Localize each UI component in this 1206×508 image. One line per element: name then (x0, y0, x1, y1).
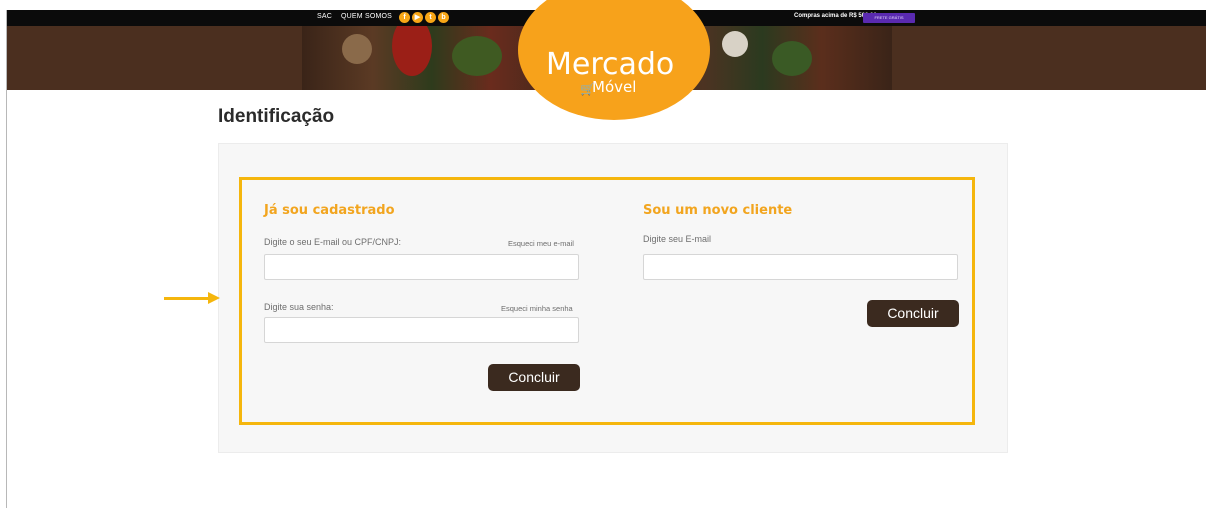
blog-icon[interactable]: b (438, 12, 449, 23)
register-submit-button[interactable]: Concluir (867, 300, 959, 327)
youtube-icon[interactable]: ▶ (412, 12, 423, 23)
forgot-password-link[interactable]: Esqueci minha senha (501, 304, 573, 313)
pointer-arrow-line (164, 297, 210, 300)
garlic-image (722, 31, 748, 57)
login-email-label: Digite o seu E-mail ou CPF/CNPJ: (264, 237, 402, 247)
logo-text-mercado: Mercado (546, 47, 675, 82)
login-email-input[interactable] (264, 254, 579, 280)
facebook-icon[interactable]: f (399, 12, 410, 23)
page-title: Identificação (218, 106, 335, 127)
pointer-arrow-icon (208, 292, 220, 304)
pepper-image (392, 26, 432, 76)
register-email-input[interactable] (643, 254, 958, 280)
twitter-icon[interactable]: t (425, 12, 436, 23)
quem-somos-link[interactable]: QUEM SOMOS (341, 13, 392, 20)
promo-badge: FRETE GRÁTIS (863, 13, 915, 23)
register-section-title: Sou um novo cliente (643, 203, 793, 218)
sac-link[interactable]: SAC (317, 13, 332, 20)
register-email-label: Digite seu E-mail (643, 234, 712, 244)
logo-text-movel: Móvel (592, 78, 637, 96)
herbs-image (452, 36, 502, 76)
mushroom-image (342, 34, 372, 64)
login-submit-button[interactable]: Concluir (488, 364, 580, 391)
login-section-title: Já sou cadastrado (264, 203, 395, 218)
password-label: Digite sua senha: (264, 302, 334, 312)
password-input[interactable] (264, 317, 579, 343)
leaves-image (772, 41, 812, 76)
forgot-email-link[interactable]: Esqueci meu e-mail (508, 239, 574, 248)
